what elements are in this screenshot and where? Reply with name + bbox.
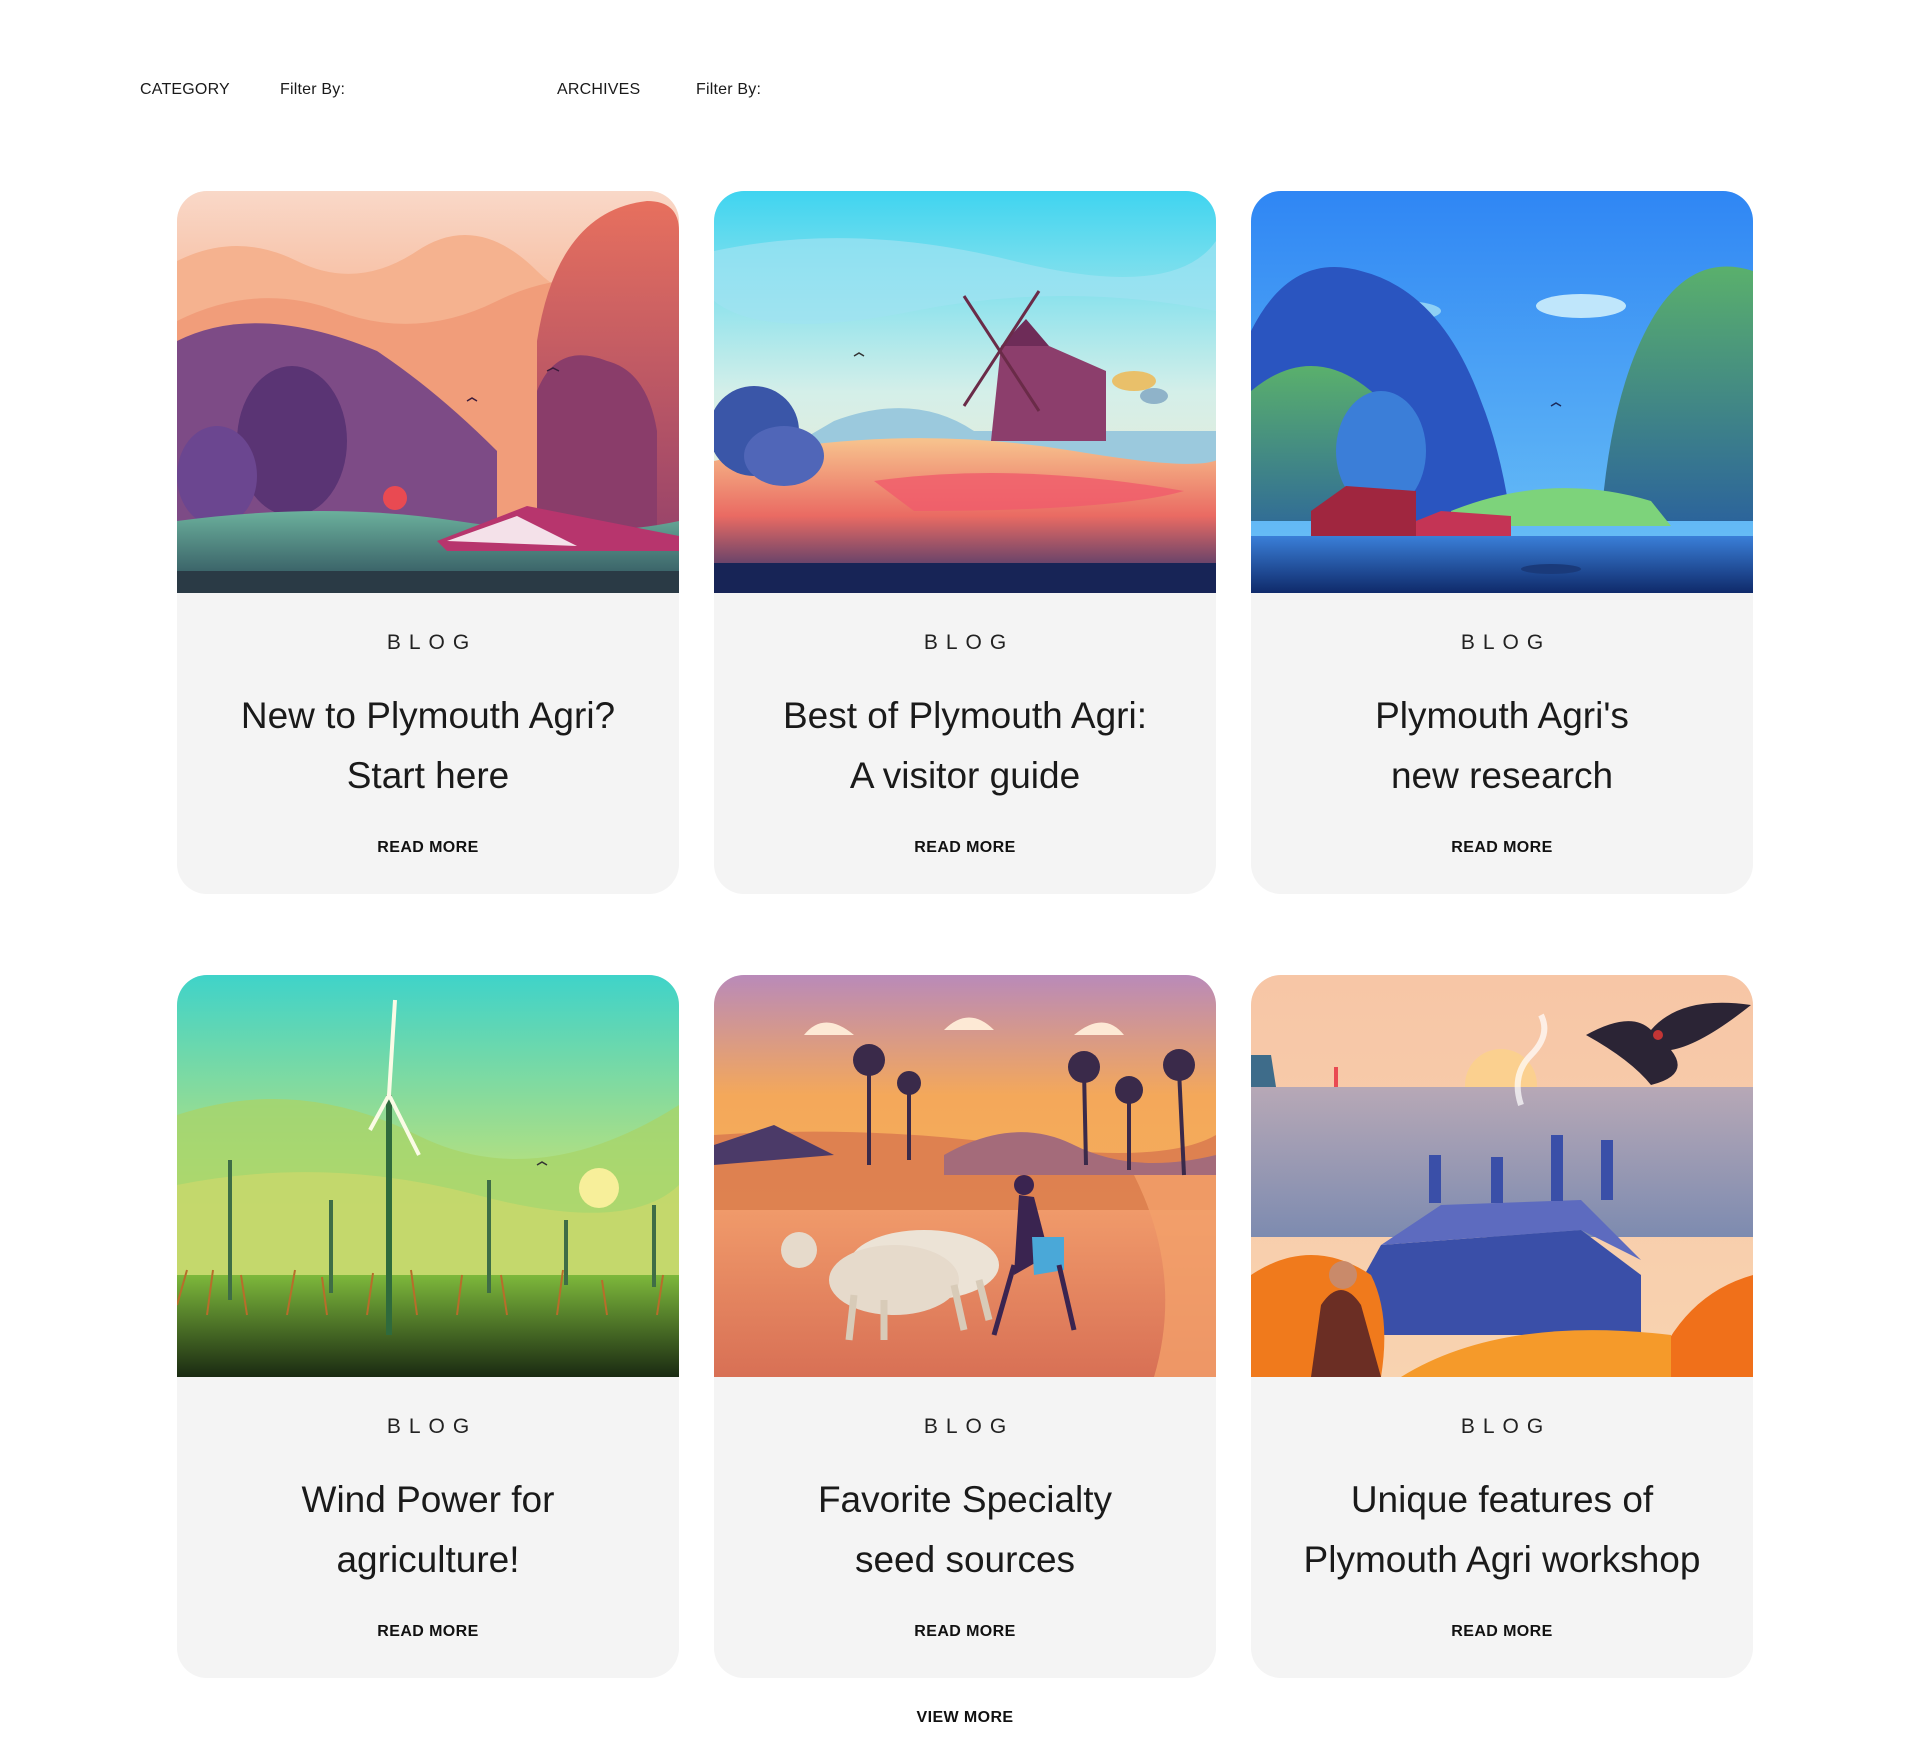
post-title[interactable]: Best of Plymouth Agri: A visitor guide	[730, 686, 1200, 806]
view-more-button[interactable]: VIEW MORE	[0, 1709, 1920, 1727]
coastal-cottages-bird-illustration[interactable]	[1251, 975, 1753, 1377]
post-title[interactable]: Wind Power for agriculture!	[193, 1470, 663, 1590]
blog-card[interactable]: BLOG Wind Power for agriculture! READ MO…	[177, 975, 679, 1678]
read-more-link[interactable]: READ MORE	[177, 1623, 679, 1641]
post-title[interactable]: Plymouth Agri's new research	[1267, 686, 1737, 806]
archives-label: ARCHIVES	[557, 81, 641, 98]
blue-valley-barns-illustration[interactable]	[1251, 191, 1753, 593]
blog-card[interactable]: BLOG Favorite Specialty seed sources REA…	[714, 975, 1216, 1678]
farmer-plowing-oxen-illustration[interactable]	[714, 975, 1216, 1377]
post-title-line: New to Plymouth Agri?	[240, 695, 616, 736]
sunset-farm-hills-illustration[interactable]	[177, 191, 679, 593]
post-category: BLOG	[386, 631, 478, 654]
read-more-link[interactable]: READ MORE	[714, 1623, 1216, 1641]
wind-turbines-illustration[interactable]	[177, 975, 679, 1377]
read-more-link[interactable]: READ MORE	[1251, 1623, 1753, 1641]
read-more-link[interactable]: READ MORE	[177, 839, 679, 857]
post-title-line: Wind Power for	[301, 1479, 555, 1520]
blog-card[interactable]: BLOG New to Plymouth Agri? Start here RE…	[177, 191, 679, 894]
post-category: BLOG	[1460, 631, 1552, 654]
post-title-line: Plymouth Agri's	[1375, 695, 1629, 736]
post-title-line: new research	[1390, 755, 1614, 796]
post-title-line: seed sources	[854, 1539, 1076, 1580]
post-title[interactable]: Favorite Specialty seed sources	[730, 1470, 1200, 1590]
windmill-field-illustration[interactable]	[714, 191, 1216, 593]
filter-bar: CATEGORY Filter By: ARCHIVES Filter By:	[0, 80, 1920, 100]
post-title-line: Unique features of	[1350, 1479, 1654, 1520]
archives-filter-dropdown[interactable]: Filter By:	[696, 80, 761, 100]
post-title-line: Best of Plymouth Agri:	[782, 695, 1147, 736]
category-filter-dropdown[interactable]: Filter By:	[280, 80, 345, 100]
post-category: BLOG	[923, 631, 1015, 654]
post-title-line: Start here	[346, 755, 510, 796]
post-title-line: Favorite Specialty	[817, 1479, 1113, 1520]
post-category: BLOG	[386, 1415, 478, 1438]
post-title[interactable]: Unique features of Plymouth Agri worksho…	[1267, 1470, 1737, 1590]
post-title-line: A visitor guide	[849, 755, 1081, 796]
read-more-link[interactable]: READ MORE	[714, 839, 1216, 857]
category-label: CATEGORY	[140, 81, 230, 98]
post-title-line: agriculture!	[336, 1539, 520, 1580]
blog-grid: BLOG New to Plymouth Agri? Start here RE…	[177, 191, 1753, 1678]
blog-card[interactable]: BLOG Best of Plymouth Agri: A visitor gu…	[714, 191, 1216, 894]
post-category: BLOG	[1460, 1415, 1552, 1438]
blog-card[interactable]: BLOG Unique features of Plymouth Agri wo…	[1251, 975, 1753, 1678]
blog-card[interactable]: BLOG Plymouth Agri's new research READ M…	[1251, 191, 1753, 894]
post-title[interactable]: New to Plymouth Agri? Start here	[193, 686, 663, 806]
read-more-link[interactable]: READ MORE	[1251, 839, 1753, 857]
post-category: BLOG	[923, 1415, 1015, 1438]
post-title-line: Plymouth Agri workshop	[1303, 1539, 1701, 1580]
